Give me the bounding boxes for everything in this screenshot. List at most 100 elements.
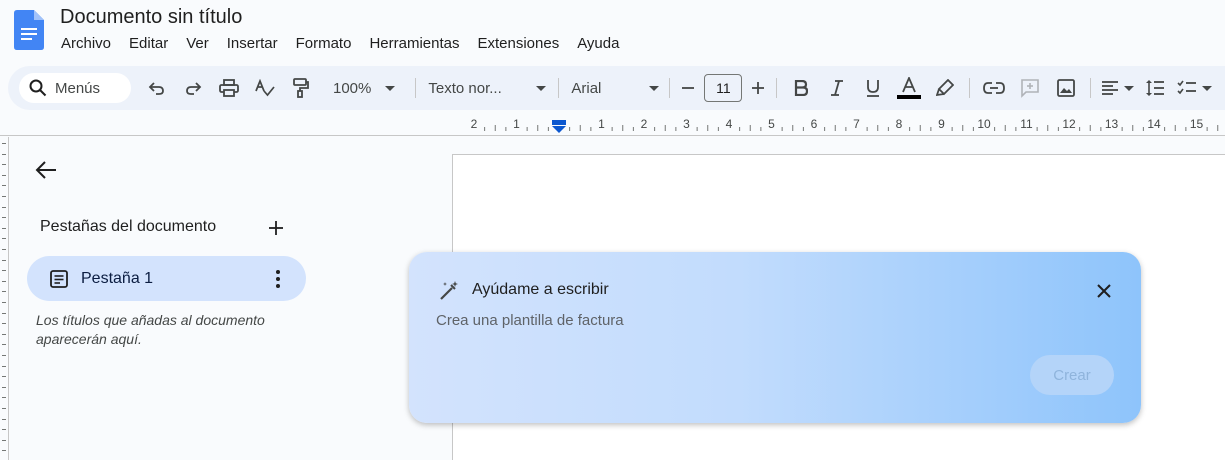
help-me-write-panel: Ayúdame a escribir Crea una plantilla de… (409, 252, 1141, 423)
ruler-tick (2, 344, 6, 346)
document-tabs-sidebar: Pestañas del documento Pestaña 1 Los tít… (10, 137, 450, 460)
underline-button[interactable] (859, 74, 887, 102)
tabs-empty-hint: Los títulos que añadas al documento apar… (36, 312, 265, 347)
ruler-label: 10 (977, 117, 991, 131)
search-icon (29, 79, 47, 97)
font-value: Arial (571, 79, 602, 97)
ruler-tick (2, 227, 6, 229)
toolbar: Menús 100% Texto nor... Arial 11 (8, 66, 1225, 110)
redo-icon (186, 82, 202, 95)
menu-search-box[interactable]: Menús (19, 73, 131, 103)
text-color-button[interactable] (895, 74, 923, 102)
chevron-down-icon (649, 85, 660, 91)
ruler-label: 2 (641, 117, 648, 131)
font-size-input[interactable]: 11 (704, 74, 743, 102)
vertical-ruler (0, 137, 9, 460)
ruler-label: 13 (1105, 117, 1119, 131)
ruler-tick (2, 217, 6, 219)
insert-link-button[interactable] (980, 74, 1008, 102)
back-arrow-icon[interactable] (34, 157, 60, 183)
redo-button[interactable] (179, 74, 207, 102)
ruler-tick (2, 333, 6, 335)
tab-item-pestana-1[interactable]: Pestaña 1 (27, 256, 306, 301)
prompt-input[interactable]: Crea una plantilla de factura (436, 312, 1036, 329)
font-dropdown[interactable]: Arial (565, 80, 665, 97)
align-dropdown[interactable] (1097, 74, 1137, 102)
menu-herramientas[interactable]: Herramientas (360, 34, 468, 53)
ruler-tick (2, 270, 6, 272)
ruler-tick (2, 429, 6, 431)
link-icon (983, 82, 1006, 94)
menu-bar: Archivo Editar Ver Insertar Formato Herr… (52, 34, 628, 53)
left-indent-marker[interactable] (552, 126, 566, 133)
style-dropdown[interactable]: Texto nor... (422, 80, 552, 97)
ruler-tick (2, 291, 6, 293)
zoom-dropdown[interactable]: 100% (327, 80, 401, 97)
highlighter-icon (936, 79, 955, 97)
paint-format-button[interactable] (287, 74, 315, 102)
ruler-tick (2, 238, 6, 240)
menu-editar[interactable]: Editar (120, 34, 177, 53)
highlight-button[interactable] (931, 74, 959, 102)
ruler-tick (2, 312, 6, 314)
print-button[interactable] (215, 74, 243, 102)
ruler-tick (2, 196, 6, 197)
checklist-icon (1177, 80, 1196, 95)
insert-image-button[interactable] (1052, 74, 1080, 102)
toolbar-divider (669, 78, 671, 98)
ruler-label: 12 (1062, 117, 1076, 131)
ruler-label: 14 (1147, 117, 1161, 131)
italic-button[interactable] (823, 74, 851, 102)
ruler-tick (2, 386, 6, 388)
chevron-down-icon (1123, 85, 1134, 91)
undo-button[interactable] (143, 74, 171, 102)
create-button[interactable]: Crear (1030, 355, 1114, 395)
decrease-font-size-button[interactable] (676, 74, 700, 102)
line-spacing-button[interactable] (1141, 74, 1169, 102)
style-value: Texto nor... (428, 79, 502, 97)
menu-formato[interactable]: Formato (287, 34, 361, 53)
ruler-tick (2, 249, 6, 250)
ruler-label: 6 (811, 117, 818, 131)
tab-item-label: Pestaña 1 (81, 269, 154, 287)
plus-icon (752, 82, 765, 94)
menu-insertar[interactable]: Insertar (218, 34, 287, 53)
bold-button[interactable] (787, 74, 815, 102)
more-vert-icon[interactable] (268, 268, 288, 290)
zoom-value: 100% (333, 79, 372, 97)
ruler-tick (2, 418, 6, 420)
increase-font-size-button[interactable] (746, 74, 770, 102)
checklist-dropdown[interactable] (1173, 74, 1215, 102)
ruler-label: 7 (853, 117, 860, 131)
ruler-tick (2, 174, 6, 176)
add-tab-plus-icon[interactable] (265, 217, 287, 239)
menu-ayuda[interactable]: Ayuda (568, 34, 628, 53)
align-left-icon (1101, 81, 1118, 95)
menu-archivo[interactable]: Archivo (52, 34, 120, 53)
document-title[interactable]: Documento sin título (60, 6, 242, 29)
first-line-indent-marker[interactable] (552, 120, 566, 125)
close-icon[interactable] (1093, 280, 1115, 302)
line-spacing-icon (1146, 80, 1165, 96)
ruler-tick (2, 365, 6, 367)
horizontal-ruler: 2 1 1 2 3 4 5 6 7 8 9 10 11 12 13 14 15 (0, 110, 1225, 136)
add-comment-icon (1021, 79, 1040, 98)
minus-icon (682, 87, 695, 89)
ruler-tick (2, 185, 6, 187)
ruler-tick (2, 143, 6, 144)
ruler-label: 4 (726, 117, 733, 131)
toolbar-divider (969, 78, 971, 98)
ruler-label: 15 (1190, 117, 1204, 131)
image-icon (1057, 79, 1076, 97)
menu-ver[interactable]: Ver (177, 34, 218, 53)
ruler-scale[interactable]: 2 1 1 2 3 4 5 6 7 8 9 10 11 12 13 14 15 (452, 116, 1225, 136)
docs-logo-icon[interactable] (14, 10, 44, 50)
ruler-tick (2, 206, 6, 208)
text-color-icon (897, 77, 922, 99)
menu-extensiones[interactable]: Extensiones (468, 34, 568, 53)
magic-pen-icon (440, 281, 458, 300)
ruler-tick (2, 259, 6, 261)
ruler-tick (2, 450, 6, 452)
spellcheck-button[interactable] (251, 74, 279, 102)
add-comment-button[interactable] (1016, 74, 1044, 102)
